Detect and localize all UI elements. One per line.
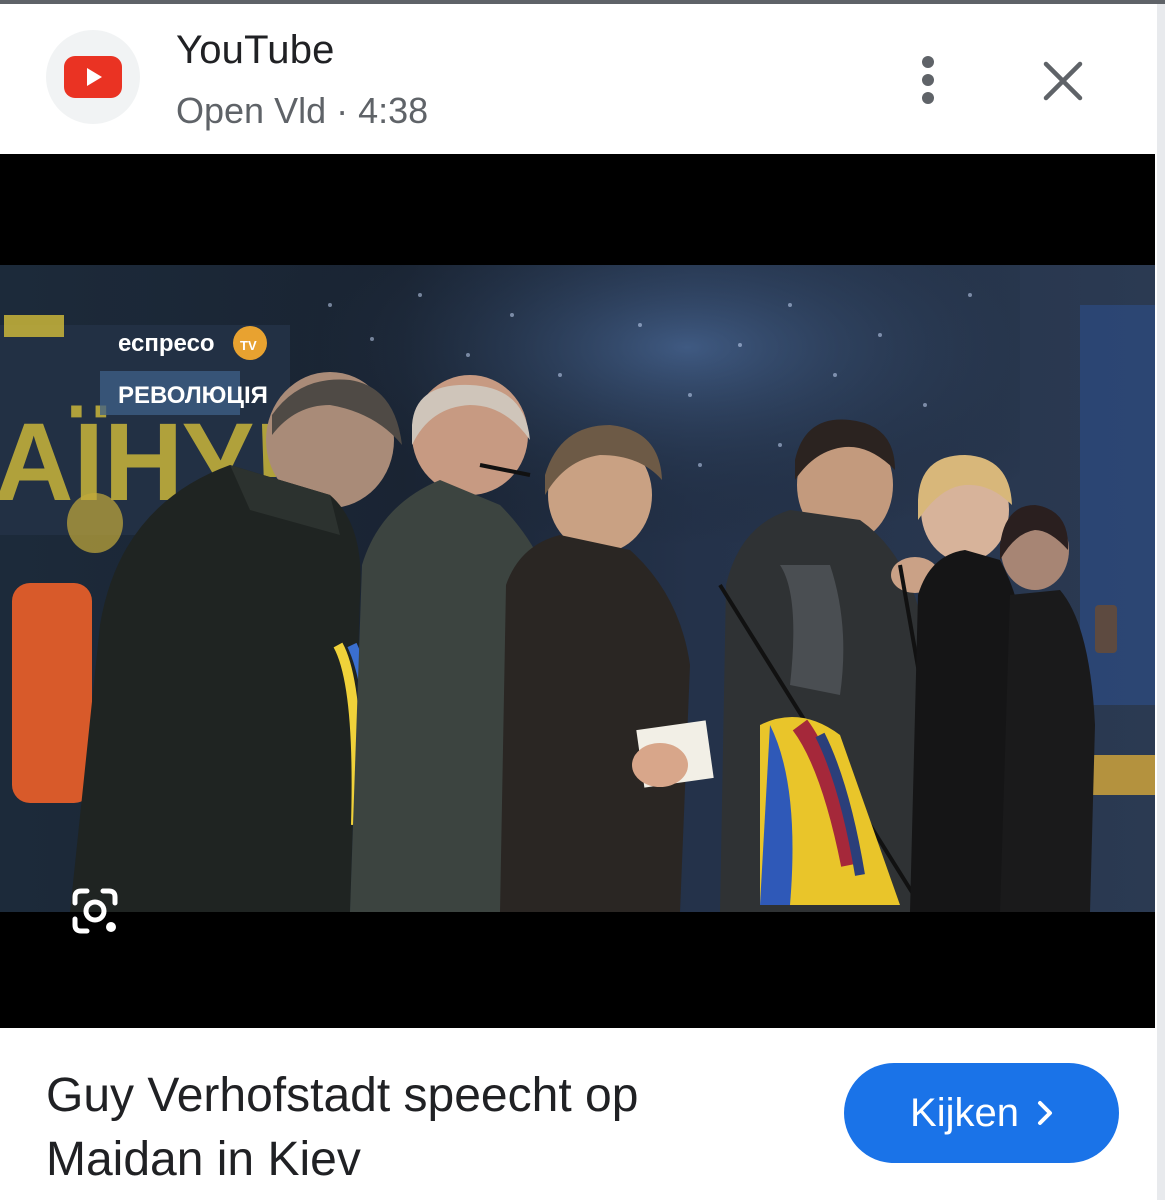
google-lens-button[interactable]	[58, 874, 132, 948]
tv-channel-logo: еспресо TV	[118, 326, 267, 360]
program-label: РЕВОЛЮЦІЯ	[118, 382, 268, 409]
video-frame: АЇНУ! еспресо TV РЕВОЛЮЦІЯ	[0, 265, 1155, 912]
watch-button[interactable]: Kijken	[844, 1063, 1119, 1163]
scrollbar[interactable]	[1157, 4, 1165, 1200]
source-subtitle: Open Vld · 4:38	[176, 90, 429, 131]
more-options-button[interactable]	[900, 48, 956, 112]
result-header: YouTube Open Vld · 4:38	[0, 4, 1157, 154]
video-caption[interactable]: Guy Verhofstadt speecht op Maidan in Kie…	[46, 1064, 786, 1192]
video-thumbnail[interactable]: АЇНУ! еспресо TV РЕВОЛЮЦІЯ	[0, 154, 1155, 1028]
close-button[interactable]	[1030, 48, 1096, 114]
video-scene: АЇНУ! еспресо TV РЕВОЛЮЦІЯ	[0, 265, 1155, 912]
close-icon	[1043, 61, 1083, 101]
app-icon-container	[46, 30, 140, 124]
chevron-right-icon	[1037, 1101, 1052, 1125]
more-vert-icon	[922, 56, 934, 104]
watch-button-label: Kijken	[910, 1090, 1019, 1135]
channel-badge-text: TV	[240, 338, 257, 353]
youtube-icon	[64, 56, 122, 98]
google-lens-icon	[72, 888, 118, 934]
channel-logo-text: еспресо	[118, 330, 215, 357]
source-title: YouTube	[176, 28, 335, 72]
